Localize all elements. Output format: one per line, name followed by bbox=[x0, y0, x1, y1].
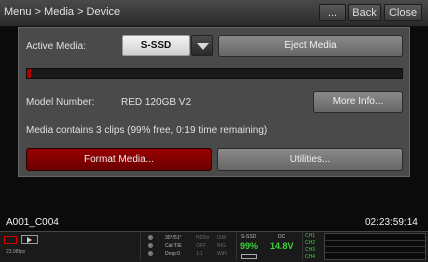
status-bar: 23.98fps 30°/51° Cal:T/E Drop:0 HDRx OFF… bbox=[0, 231, 428, 262]
media-percent: 99% bbox=[240, 241, 259, 251]
rig-label: RIG bbox=[217, 243, 226, 249]
media-usage-bar bbox=[26, 68, 403, 79]
hdrx-state: OFF bbox=[196, 243, 206, 249]
media-info-text: Media contains 3 clips (99% free, 0:19 t… bbox=[26, 125, 268, 136]
drop-readout: Drop:0 bbox=[165, 251, 181, 257]
media-usage-fill bbox=[27, 69, 31, 78]
active-media-label: Active Media: bbox=[26, 41, 87, 52]
media-device-dialog: Active Media: S-SSD Eject Media Model Nu… bbox=[18, 27, 410, 177]
more-info-button[interactable]: More Info... bbox=[313, 91, 403, 113]
status-dot-icon bbox=[148, 235, 153, 240]
timecode: 02:23:59:14 bbox=[365, 217, 418, 228]
title-bar: Menu > Media > Device ... Back Close bbox=[0, 0, 428, 27]
breadcrumb: Menu > Media > Device bbox=[4, 6, 121, 18]
histogram bbox=[324, 233, 426, 260]
format-media-button[interactable]: Format Media... bbox=[26, 148, 212, 171]
battery-voltage: 14.8V bbox=[270, 241, 294, 251]
audio-channel-2: CH2 bbox=[305, 240, 316, 246]
back-button[interactable]: Back bbox=[348, 4, 381, 21]
ratio-readout: 1:1 bbox=[196, 251, 203, 257]
chevron-down-icon bbox=[197, 43, 209, 50]
model-number-value: RED 120GB V2 bbox=[121, 97, 192, 108]
cal-readout: Cal:T/E bbox=[165, 243, 182, 249]
status-dot-icon bbox=[148, 251, 153, 256]
model-number-label: Model Number: bbox=[26, 97, 95, 108]
status-dot-icon bbox=[148, 243, 153, 248]
fps-readout: 23.98fps bbox=[6, 249, 26, 255]
shutter-readout: 30°/51° bbox=[165, 235, 182, 241]
audio-channel-4: CH4 bbox=[305, 254, 316, 260]
media-icon bbox=[241, 254, 257, 259]
power-source: DC bbox=[278, 234, 286, 240]
play-icon[interactable] bbox=[21, 235, 38, 244]
utilities-button[interactable]: Utilities... bbox=[217, 148, 403, 171]
hdrx-label: HDRx bbox=[196, 235, 210, 241]
audio-channel-3: CH3 bbox=[305, 247, 316, 253]
ism-label: ISM bbox=[217, 235, 226, 241]
audio-channel-1: CH1 bbox=[305, 233, 316, 239]
media-name: S-SSD bbox=[241, 234, 257, 240]
active-media-dropdown[interactable] bbox=[191, 35, 213, 56]
active-media-select[interactable]: S-SSD bbox=[122, 35, 190, 56]
more-button[interactable]: ... bbox=[319, 4, 346, 21]
wifi-label: WiFi bbox=[217, 251, 227, 257]
close-button[interactable]: Close bbox=[384, 4, 422, 21]
clip-name: A001_C004 bbox=[6, 217, 59, 228]
record-icon bbox=[4, 236, 17, 244]
eject-media-button[interactable]: Eject Media bbox=[218, 35, 403, 57]
